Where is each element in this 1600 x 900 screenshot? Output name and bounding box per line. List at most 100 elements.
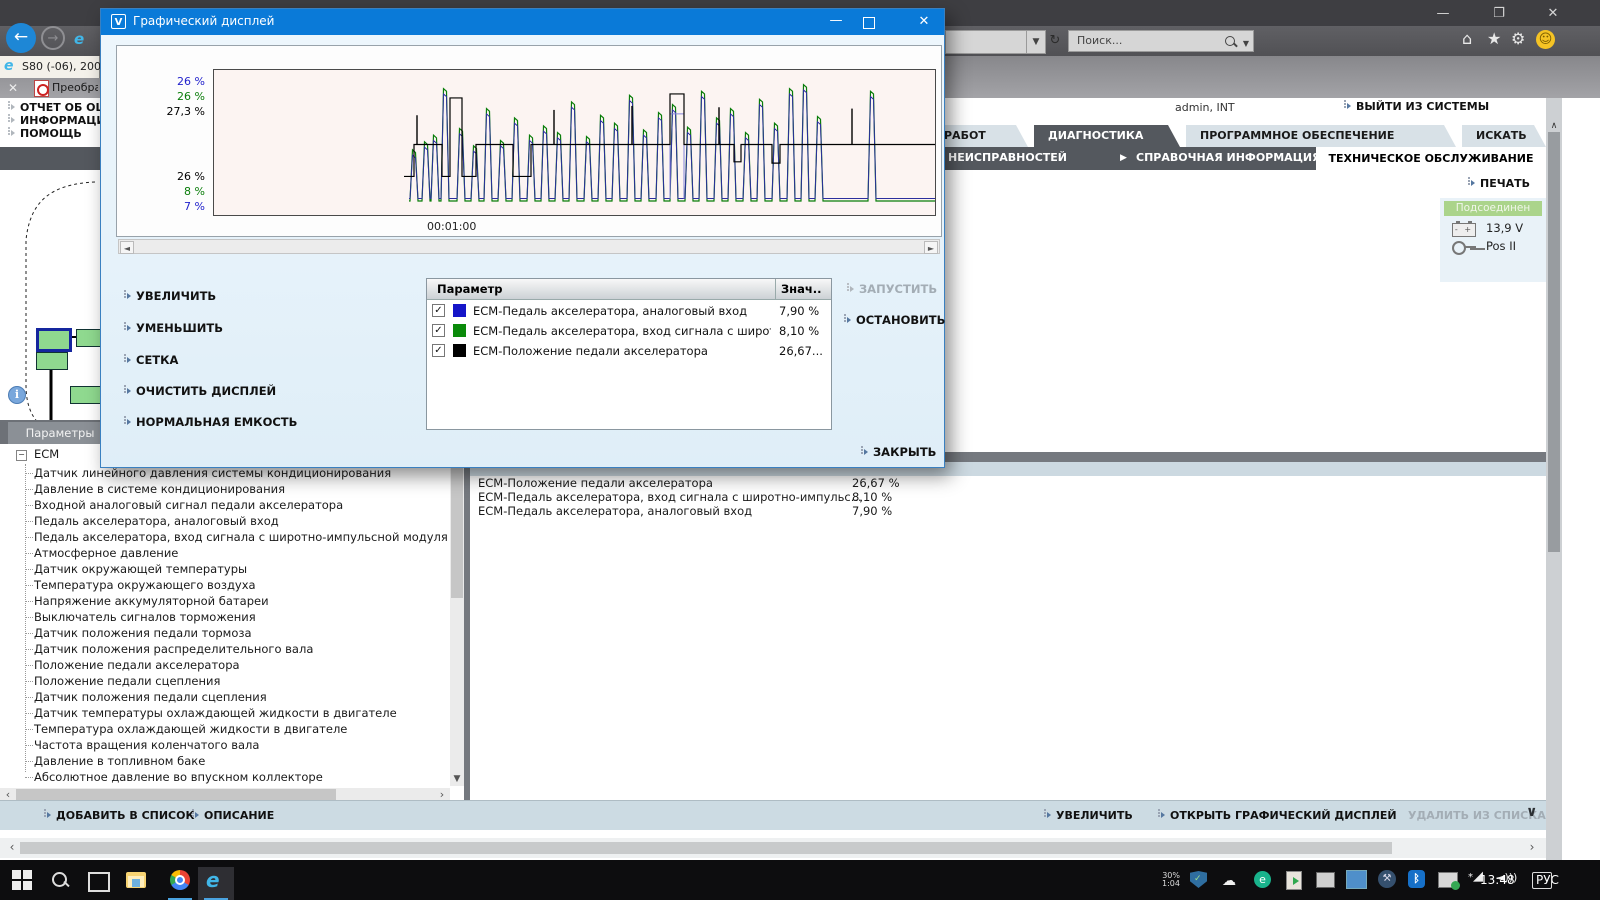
browser-forward-button[interactable]: → bbox=[41, 26, 65, 50]
scroll-down-chevron-icon[interactable]: ∨ bbox=[1526, 804, 1537, 820]
scroll-thumb[interactable] bbox=[20, 842, 1392, 854]
tab-maintenance[interactable]: ТЕХНИЧЕСКОЕ ОБСЛУЖИВАНИЕ bbox=[1316, 147, 1546, 170]
tab-диагностика[interactable]: ДИАГНОСТИКА bbox=[1034, 125, 1180, 147]
onedrive-cloud-icon[interactable]: ☁ bbox=[1222, 873, 1236, 889]
selected-param-name[interactable]: ЕСМ-Педаль акселератора, вход сигнала с … bbox=[478, 490, 862, 504]
scroll-down-icon[interactable]: ▼ bbox=[450, 773, 464, 786]
battery-status[interactable]: 30%1:04 bbox=[1162, 872, 1180, 888]
module-ecm[interactable] bbox=[36, 328, 72, 352]
dialog-close-button[interactable]: ✕ bbox=[907, 12, 941, 32]
internet-explorer-icon[interactable]: e bbox=[198, 867, 234, 900]
table-row[interactable]: ✓ЕСМ-Педаль акселератора, вход сигнала с… bbox=[427, 321, 831, 341]
settings-gear-icon[interactable]: ⚙ bbox=[1511, 29, 1525, 48]
bottom-button-zoom[interactable]: УВЕЛИЧИТЬ bbox=[1044, 809, 1133, 822]
selected-param-name[interactable]: ЕСМ-Положение педали акселератора bbox=[478, 476, 713, 490]
defender-shield-icon[interactable]: ✓ bbox=[1190, 871, 1207, 888]
tree-item[interactable]: Атмосферное давление bbox=[34, 546, 178, 560]
browser-tab[interactable]: e S80 (-06), 2000 bbox=[0, 56, 100, 78]
tab-программное-обеспечение[interactable]: ПРОГРАММНОЕ ОБЕСПЕЧЕНИЕ bbox=[1186, 125, 1456, 147]
dialog-menu-2[interactable]: УМЕНЬШИТЬ bbox=[124, 321, 223, 335]
document-app-icon[interactable] bbox=[1286, 871, 1302, 890]
bottom-button-add-to-list[interactable]: ДОБАВИТЬ В СПИСОК bbox=[44, 809, 194, 822]
table-row[interactable]: ✓ЕСМ-Педаль акселератора, аналоговый вхо… bbox=[427, 301, 831, 321]
task-view-icon[interactable] bbox=[88, 872, 110, 892]
tab-parameters[interactable]: Параметры bbox=[8, 422, 112, 444]
tool-tray-icon[interactable]: ⚒ bbox=[1378, 870, 1396, 888]
tree-collapse-icon[interactable]: − bbox=[16, 450, 27, 461]
bottom-button-description[interactable]: ОПИСАНИЕ bbox=[192, 809, 274, 822]
tree-vertical-scrollbar[interactable]: ▲ ▼ bbox=[450, 444, 464, 786]
tree-item[interactable]: Положение педали сцепления bbox=[34, 674, 220, 688]
tab-искать[interactable]: ИСКАТЬ bbox=[1462, 125, 1546, 147]
feedback-smiley-icon[interactable]: ☺ bbox=[1536, 30, 1555, 49]
tree-item[interactable]: Напряжение аккумуляторной батареи bbox=[34, 594, 269, 608]
print-button[interactable]: ПЕЧАТЬ bbox=[1468, 177, 1530, 190]
tree-item[interactable]: Педаль акселератора, вход сигнала с широ… bbox=[34, 530, 448, 544]
page-vertical-scrollbar[interactable]: ∧ bbox=[1546, 98, 1562, 860]
dialog-maximize-button[interactable] bbox=[863, 17, 875, 29]
address-dropdown-icon[interactable]: ▼ bbox=[1026, 30, 1046, 54]
tree-item[interactable]: Давление в топливном баке bbox=[34, 754, 205, 768]
selected-param-name[interactable]: ЕСМ-Педаль акселератора, аналоговый вход bbox=[478, 504, 752, 518]
antivirus-icon[interactable]: e bbox=[1254, 871, 1271, 888]
scroll-left-icon[interactable]: ‹ bbox=[6, 841, 18, 854]
left-menu-item-2[interactable]: ИНФОРМАЦИ bbox=[8, 114, 100, 127]
dialog-minimize-button[interactable]: — bbox=[819, 12, 853, 32]
dialog-menu-4[interactable]: ОЧИСТИТЬ ДИСПЛЕЙ bbox=[124, 384, 276, 398]
left-menu-item-3[interactable]: ПОМОЩЬ bbox=[8, 127, 100, 140]
display-app-icon[interactable] bbox=[1316, 872, 1335, 888]
row-checkbox[interactable]: ✓ bbox=[432, 324, 445, 337]
home-icon[interactable]: ⌂ bbox=[1462, 29, 1472, 48]
dialog-menu-1[interactable]: УВЕЛИЧИТЬ bbox=[124, 289, 216, 303]
scroll-thumb[interactable] bbox=[451, 458, 463, 598]
tree-item[interactable]: Температура окружающего воздуха bbox=[34, 578, 256, 592]
tree-item[interactable]: Абсолютное давление во впускном коллекто… bbox=[34, 770, 323, 784]
tree-item[interactable]: Педаль акселератора, аналоговый вход bbox=[34, 514, 279, 528]
dialog-menu-3[interactable]: СЕТКА bbox=[124, 353, 178, 367]
logout-button[interactable]: ВЫЙТИ ИЗ СИСТЕМЫ bbox=[1344, 100, 1489, 113]
tree-item[interactable]: Датчик линейного давления системы кондиц… bbox=[34, 466, 391, 480]
tree-item[interactable]: Частота вращения коленчатого вала bbox=[34, 738, 259, 752]
network-adapter-icon[interactable] bbox=[1438, 872, 1458, 888]
tree-item[interactable]: Положение педали акселератора bbox=[34, 658, 240, 672]
favorites-star-icon[interactable]: ★ bbox=[1487, 29, 1501, 48]
subtab-fault-tracing[interactable]: НЕИСПРАВНОСТЕЙ bbox=[948, 151, 1067, 164]
tree-item[interactable]: Датчик температуры охлаждающей жидкости … bbox=[34, 706, 397, 720]
bottom-button-open-graphical-display[interactable]: ОТКРЫТЬ ГРАФИЧЕСКИЙ ДИСПЛЕЙ bbox=[1158, 809, 1397, 822]
subtab-reference-info[interactable]: СПРАВОЧНАЯ ИНФОРМАЦИЯ bbox=[1136, 151, 1321, 164]
scroll-right-icon[interactable]: › bbox=[1526, 841, 1538, 854]
refresh-icon[interactable]: ↻ bbox=[1046, 30, 1064, 52]
pdf-convert-icon[interactable] bbox=[34, 80, 49, 97]
module-abs[interactable] bbox=[70, 386, 102, 404]
search-icon[interactable] bbox=[1225, 36, 1235, 46]
taskbar-search-icon[interactable] bbox=[50, 870, 70, 890]
row-checkbox[interactable]: ✓ bbox=[432, 344, 445, 357]
dialog-titlebar[interactable]: V Графический дисплей — ✕ bbox=[101, 9, 944, 35]
tree-item[interactable]: Датчик положения педали сцепления bbox=[34, 690, 267, 704]
dialog-menu-5[interactable]: НОРМАЛЬНАЯ ЕМКОСТЬ bbox=[124, 415, 297, 429]
search-input[interactable]: Поиск... ▼ bbox=[1068, 30, 1254, 52]
window-restore-button[interactable]: ❐ bbox=[1484, 5, 1514, 23]
notification-center-icon[interactable] bbox=[1532, 872, 1552, 889]
toolbar-close-icon[interactable]: ✕ bbox=[8, 81, 18, 95]
page-horizontal-scrollbar[interactable]: ‹ › bbox=[0, 838, 1546, 858]
tree-item[interactable]: Выключатель сигналов торможения bbox=[34, 610, 256, 624]
close-button[interactable]: ЗАКРЫТЬ bbox=[861, 445, 936, 459]
info-icon[interactable]: i bbox=[8, 386, 26, 404]
module-tcm[interactable] bbox=[36, 352, 68, 370]
tree-item[interactable]: Датчик положения распределительного вала bbox=[34, 642, 313, 656]
window-close-button[interactable]: ✕ bbox=[1538, 5, 1568, 23]
window-minimize-button[interactable]: — bbox=[1428, 5, 1458, 23]
bluetooth-icon[interactable]: ᛒ bbox=[1408, 870, 1425, 888]
remote-desktop-icon[interactable] bbox=[1346, 870, 1367, 889]
scroll-thumb[interactable] bbox=[1548, 132, 1560, 552]
browser-back-button[interactable]: ← bbox=[6, 23, 36, 53]
chrome-icon[interactable] bbox=[162, 870, 198, 900]
stop-button[interactable]: ОСТАНОВИТЬ bbox=[844, 313, 945, 327]
chart-horizontal-scrollbar[interactable]: ◄ ► bbox=[118, 239, 940, 254]
tree-item[interactable]: Входной аналоговый сигнал педали акселер… bbox=[34, 498, 343, 512]
row-checkbox[interactable]: ✓ bbox=[432, 304, 445, 317]
tree-item[interactable]: Температура охлаждающей жидкости в двига… bbox=[34, 722, 347, 736]
tree-item[interactable]: Датчик окружающей температуры bbox=[34, 562, 247, 576]
tree-item[interactable]: Давление в системе кондиционирования bbox=[34, 482, 285, 496]
